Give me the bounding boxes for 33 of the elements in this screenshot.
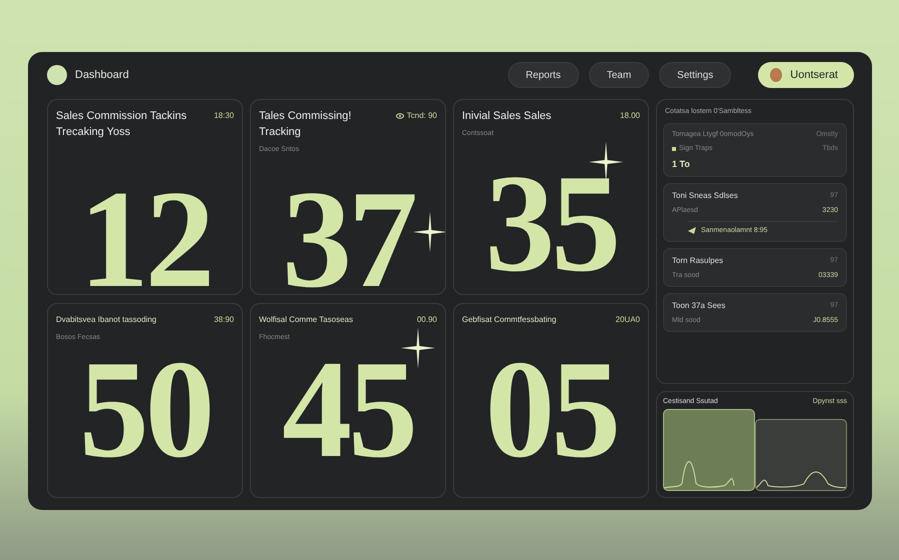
chart-panel[interactable] — [663, 409, 755, 491]
card-title: Sales Commission Tackins Trecaking Yoss — [56, 109, 188, 140]
card-title: Tales Commissing! Tracking — [259, 109, 352, 140]
avatar-icon — [47, 65, 67, 85]
card-title: Inivial Sales Sales — [462, 109, 552, 124]
card-value: Tcnd: 90 — [406, 111, 437, 120]
big-number: 35 — [485, 161, 617, 287]
nav-button[interactable]: Reports — [508, 62, 579, 88]
chart-panel[interactable] — [755, 418, 847, 491]
big-number: 50 — [79, 346, 211, 472]
card-value: 38:90 — [214, 314, 234, 324]
app-title: Dashboard — [75, 69, 129, 81]
card-title: Dvabitsvea Ibanot tassoding — [56, 314, 157, 326]
big-number: 05 — [485, 346, 617, 472]
card-value: 20UA0 — [616, 314, 640, 324]
summary-title: Toni Sneas Sdlses — [672, 191, 738, 200]
card-value: 18.00 — [620, 111, 640, 120]
summary-title: Toon 37a Sees — [672, 301, 726, 310]
card-value: 18:30 — [214, 111, 234, 120]
summary-title: Torn Rasulpes — [672, 256, 724, 265]
card-value: 00.90 — [416, 314, 437, 324]
nav-button[interactable]: Settings — [659, 62, 732, 88]
card-title: Wolfisal Comme Tasoseas — [259, 314, 353, 326]
nav-button[interactable]: Team — [588, 62, 650, 88]
big-number: 12 — [79, 177, 211, 294]
avatar-icon — [770, 68, 782, 82]
big-number: 37 — [282, 177, 414, 294]
note-text: 1 To — [672, 159, 690, 169]
user-button[interactable]: Uontserat — [758, 62, 854, 88]
arrow-icon — [688, 227, 696, 234]
square-icon — [672, 146, 676, 150]
card-title: Gebfisat Commtfessbating — [462, 314, 556, 326]
big-number: 45 — [282, 346, 414, 472]
